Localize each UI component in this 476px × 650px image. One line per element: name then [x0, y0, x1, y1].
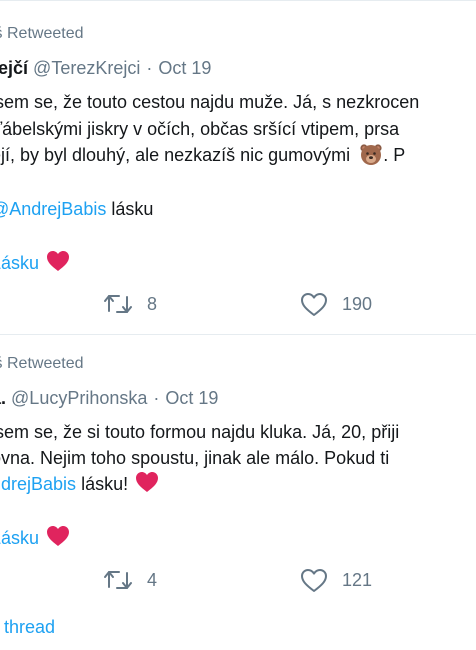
hashtag-link[interactable]: Lásku — [0, 253, 39, 273]
red-heart-icon — [46, 250, 70, 279]
header-separator: · — [153, 388, 160, 408]
red-heart-icon — [135, 471, 159, 500]
tweet[interactable]: iš Retweeted a. @LucyPrihonska ·Oct 19 js… — [0, 334, 476, 650]
tweet-text: lásku — [106, 199, 154, 219]
retweet-button[interactable]: 4 — [103, 567, 157, 593]
show-thread-link[interactable]: s thread — [0, 617, 55, 638]
tweet-text: ďábelskými jiskry v očích, občas sršící … — [0, 119, 400, 139]
retweet-count: 8 — [147, 293, 158, 314]
tweet-text: . P — [383, 145, 406, 165]
heart-outline-icon — [300, 568, 328, 593]
tweet-text-line: ejí, by byl dlouhý, ale nezkazíš nic gum… — [0, 142, 405, 173]
author-handle[interactable]: @TerezKrejci — [33, 58, 140, 78]
like-count: 121 — [342, 570, 373, 590]
bear-emoji-icon — [359, 142, 383, 173]
tweet-text: jsem se, že touto cestou najdu muže. Já,… — [0, 92, 420, 112]
mention-link[interactable]: ndrejBabis — [0, 474, 76, 494]
tweet-text: ejí, by byl dlouhý, ale nezkazíš nic gum… — [0, 145, 351, 165]
tweet-header: a. @LucyPrihonska ·Oct 19 — [0, 385, 218, 411]
tweet-date[interactable]: Oct 19 — [165, 388, 218, 408]
retweeted-label: iš Retweeted — [0, 25, 84, 42]
tweet-text: ovna. Nejim toho spoustu, jinak ale málo… — [0, 448, 390, 468]
tweet-text-line: jsem se, že touto cestou najdu muže. Já,… — [0, 89, 419, 115]
tweet-text-line: ndrejBabis lásku! — [0, 471, 159, 500]
tweet-text-line: ovna. Nejim toho spoustu, jinak ale málo… — [0, 445, 389, 471]
like-button[interactable]: 121 — [300, 568, 372, 593]
retweeted-label: iš Retweeted — [0, 355, 84, 372]
red-heart-icon — [46, 525, 70, 554]
tweet-divider — [0, 334, 476, 335]
retweet-icon — [103, 567, 133, 593]
timeline: iš Retweeted rejčí @TerezKrejci·Oct 19 j… — [0, 0, 476, 650]
retweet-button[interactable]: 8 — [103, 291, 157, 317]
tweet-divider — [0, 0, 476, 1]
like-count: 190 — [342, 294, 373, 314]
retweet-count: 4 — [147, 569, 158, 590]
tweet-text-line: Lásku — [0, 250, 70, 279]
tweet-text-line: @AndrejBabis lásku — [0, 196, 153, 222]
tweet-text: lásku! — [76, 474, 129, 494]
tweet[interactable]: iš Retweeted rejčí @TerezKrejci ·Oct 19 j… — [0, 0, 476, 334]
like-button[interactable]: 190 — [300, 292, 372, 317]
tweet-text-line: ďábelskými jiskry v očích, občas sršící … — [0, 116, 399, 142]
tweet-text: jsem se, že si touto formou najdu kluka.… — [0, 422, 400, 442]
author-name[interactable]: a. — [0, 388, 6, 408]
tweet-text-line: jsem se, že si touto formou najdu kluka.… — [0, 419, 399, 445]
tweet-date[interactable]: Oct 19 — [158, 58, 211, 78]
retweet-context: iš Retweeted — [0, 351, 84, 377]
author-handle[interactable]: @LucyPrihonska — [11, 388, 147, 408]
header-separator: · — [146, 58, 153, 78]
heart-outline-icon — [300, 292, 328, 317]
hashtag-link[interactable]: Lásku — [0, 528, 39, 548]
tweet-text-line: Lásku — [0, 525, 70, 554]
mention-link[interactable]: @AndrejBabis — [0, 199, 106, 219]
tweet-header: rejčí @TerezKrejci ·Oct 19 — [0, 55, 211, 81]
author-name[interactable]: rejčí — [0, 58, 28, 78]
retweet-icon — [103, 291, 133, 317]
retweet-context: iš Retweeted — [0, 21, 84, 47]
